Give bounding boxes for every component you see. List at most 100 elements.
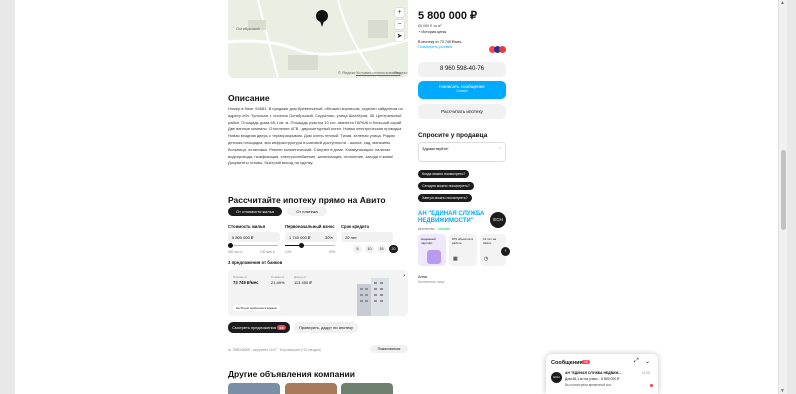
price-range-max: 100 млн ₽: [260, 250, 275, 254]
ask-seller-title: Спросите у продавца: [418, 132, 488, 139]
listing-meta: № 7888148009 · загружено 14:07 · 8 просм…: [228, 348, 321, 352]
scroll-up-icon[interactable]: ▲: [780, 0, 785, 6]
contact-name: Анна: [418, 275, 427, 279]
tab-from-price[interactable]: От стоимости жилья: [228, 207, 282, 216]
price-history-link[interactable]: ◔ История цены: [418, 30, 446, 34]
map-copyright: © Яндекс: [338, 70, 356, 75]
description-text: Номер в базе: 54681. В продаже дом бреве…: [228, 106, 403, 166]
label-down: Первоначальный взнос: [285, 224, 335, 229]
quick-question-chip[interactable]: Когда можно посмотреть?: [418, 170, 470, 178]
down-amount: 1 740 000 ₽: [289, 235, 311, 240]
unread-dot: [650, 384, 653, 387]
price-slider[interactable]: [228, 243, 278, 248]
feature-card[interactable]: 875 объектов в работе ▦: [449, 234, 477, 266]
offer-note: На 30 для одобрения в каждом: [233, 305, 280, 311]
next-arrow-button[interactable]: ›: [501, 247, 510, 256]
other-ad-image[interactable]: [341, 383, 393, 394]
map-brand: Яндекс: [394, 70, 408, 75]
expand-icon[interactable]: ⤢: [634, 358, 639, 365]
bank-logos-icon: ●●: [277, 325, 286, 330]
agency-name-link[interactable]: АН "ЕДИНАЯ СЛУЖБА НЕДВИЖИМОСТИ": [418, 211, 488, 225]
mortgage-conditions-link[interactable]: Посмотреть условия: [418, 45, 452, 49]
browser-viewport: + − ➤ Октябрьский © Яндекс Условия испол…: [15, 0, 787, 394]
contact-role: Контактное лицо: [418, 280, 445, 284]
offer-rate-label: Ставка от: [271, 275, 285, 279]
messages-widget[interactable]: Сообщения 10 ⤢ ⌄ ЕСН АН "ЕДИНАЯ СЛУЖБА Н…: [546, 354, 658, 394]
agency-type-label: Агентство: [418, 227, 435, 231]
scroll-down-icon[interactable]: ▼: [780, 388, 785, 394]
write-message-button[interactable]: Написать сообщение Онлайн: [418, 81, 506, 99]
agency-logo[interactable]: ЕСН: [490, 212, 506, 228]
report-button[interactable]: Пожаловаться: [370, 345, 408, 353]
scrollbar-thumb[interactable]: [781, 150, 786, 230]
map-pin-icon: [316, 10, 328, 27]
term-20-button[interactable]: 20: [389, 245, 398, 253]
question-textarea[interactable]: Здравствуйте! ×: [418, 142, 506, 162]
messages-title: Сообщения: [551, 360, 583, 366]
calc-mortgage-button[interactable]: Рассчитать ипотеку: [418, 104, 506, 119]
offer-income-label: Доход от: [294, 275, 307, 279]
bank-logos-icon: [489, 40, 507, 53]
question-text: Здравствуйте!: [422, 146, 449, 151]
offer-payment: 73 749 ₽/мес: [233, 280, 259, 285]
scrollbar[interactable]: ▲ ▼: [778, 0, 787, 394]
chat-line1: Дом 65,1 м² на участ... 5 800 000 ₽: [565, 377, 620, 381]
clock-icon: ◷: [484, 256, 489, 262]
offer-rate: 21,49%: [271, 280, 285, 285]
feature-title: 12 лет на Авито: [483, 237, 497, 245]
see-offers-button[interactable]: Смотреть предложения ●●: [228, 322, 290, 333]
label-price: Стоимость жилья: [228, 224, 266, 229]
tab-from-payment[interactable]: От платежа: [287, 207, 327, 216]
price-per-m2: 89 086 ₽ за м²: [418, 24, 442, 28]
write-message-sub: Онлайн: [456, 89, 468, 93]
price-range-min: 500 тыс ₽: [228, 250, 243, 254]
chat-time: 11:25: [642, 371, 650, 375]
building-icon: ▦: [453, 256, 458, 262]
description-section: Описание Номер в базе: 54681. В продаже …: [228, 93, 408, 167]
quick-question-chip[interactable]: Завтра можно посмотреть?: [418, 194, 472, 202]
map-place-label: Октябрьский: [236, 26, 260, 31]
term-5-button[interactable]: 5: [353, 245, 362, 253]
building-illustration: [357, 278, 389, 316]
chat-sender: АН "ЕДИНАЯ СЛУЖБА НЕДВИЖ...: [565, 371, 622, 375]
zoom-in-button[interactable]: +: [395, 8, 404, 17]
chevron-down-icon[interactable]: ⌄: [645, 358, 650, 365]
term-10-button[interactable]: 10: [365, 245, 374, 253]
description-title: Описание: [228, 93, 270, 103]
down-payment-input[interactable]: 1 740 000 ₽ 30%: [285, 232, 337, 242]
other-ad-image[interactable]: [285, 383, 337, 394]
feature-title: Надежный партнёр: [421, 237, 436, 245]
offer-payment-label: Платёж от: [233, 275, 248, 279]
chat-line2: Вы посмотрели временной зон...: [565, 383, 614, 387]
down-range-max: 90%: [329, 250, 336, 254]
offer-card[interactable]: Платёж от 73 749 ₽/мес Ставка от 21,49% …: [228, 270, 408, 316]
other-ads-title: Другие объявления компании: [228, 369, 355, 379]
check-mortgage-button[interactable]: Проверить, дадут ли ипотеку: [294, 322, 358, 333]
price-input[interactable]: 5 800 000 ₽: [228, 232, 280, 242]
offers-count: 3 предложения от банков: [228, 260, 283, 265]
down-percent: 30%: [324, 235, 333, 240]
quick-question-chip[interactable]: Сегодня можно посмотреть?: [418, 182, 474, 190]
check-badge-icon: [427, 250, 441, 264]
clear-icon[interactable]: ×: [499, 145, 501, 150]
see-offers-label: Смотреть предложения: [232, 325, 276, 330]
term-15-button[interactable]: 15: [377, 245, 386, 253]
mortgage-from: В ипотеку от 73 749 ₽/мес.: [418, 40, 463, 44]
show-phone-button[interactable]: 8 960 598-40-76: [418, 62, 506, 77]
online-status: онлайн: [437, 227, 450, 231]
zoom-out-button[interactable]: −: [395, 20, 404, 29]
chat-avatar: ЕСН: [551, 372, 562, 383]
feature-card[interactable]: Надежный партнёр: [418, 234, 446, 266]
label-term: Срок кредита: [341, 224, 369, 229]
offer-income: 113 450 ₽: [294, 280, 312, 285]
price-history-label: История цены: [421, 30, 447, 34]
feature-title: 875 объектов в работе: [452, 237, 474, 245]
term-input[interactable]: 20 лет: [341, 232, 393, 242]
unread-badge: 10: [582, 360, 590, 364]
down-slider[interactable]: [285, 243, 335, 248]
chevron-right-icon: ›: [403, 273, 405, 279]
other-ad-image[interactable]: [228, 383, 280, 394]
map[interactable]: + − ➤ Октябрьский © Яндекс Условия испол…: [228, 0, 408, 78]
price: 5 800 000 ₽: [418, 10, 477, 22]
locate-icon[interactable]: ➤: [395, 32, 404, 41]
